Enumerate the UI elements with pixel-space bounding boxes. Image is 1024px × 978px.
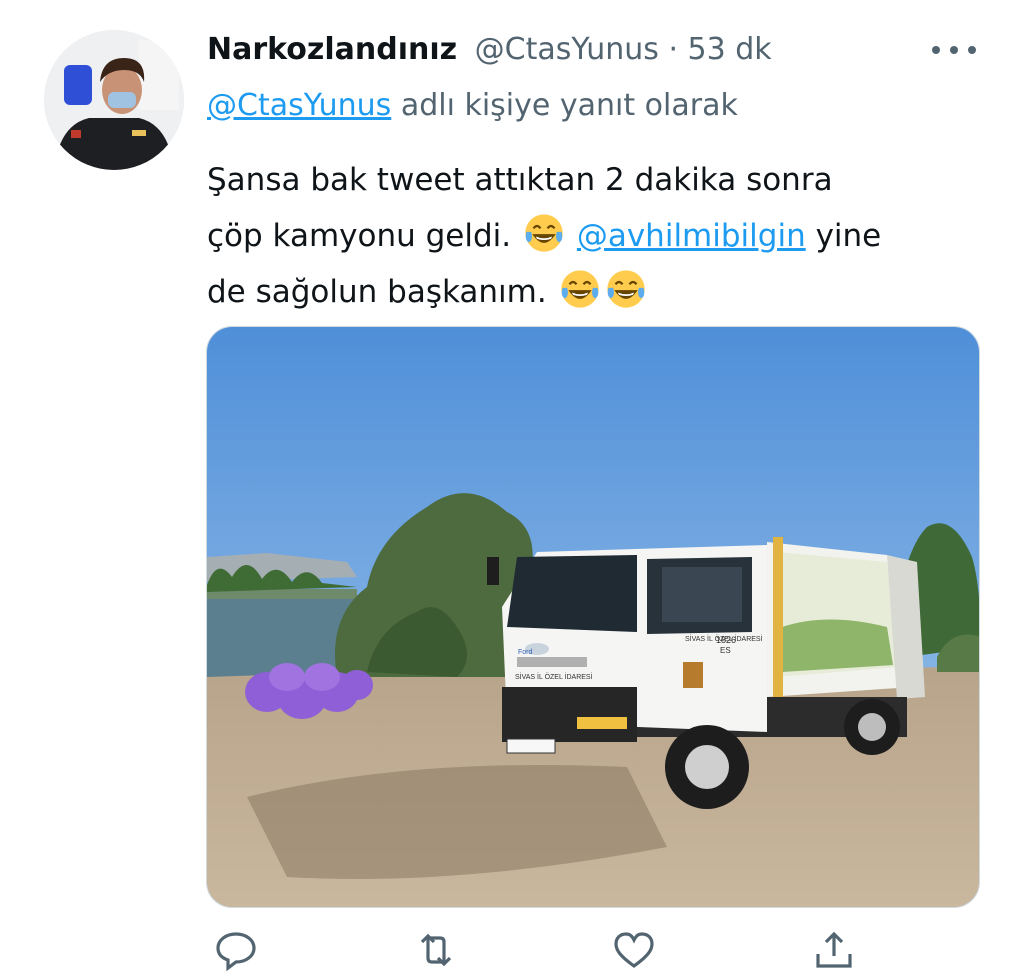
share-button[interactable]: [810, 926, 858, 974]
handle[interactable]: @CtasYunus: [475, 32, 659, 67]
mention-link[interactable]: @avhilmibilgin: [577, 218, 806, 254]
truck-model-sub-text: ES: [720, 646, 731, 655]
tweet-action-bar: [0, 926, 1024, 978]
reply-icon: [216, 932, 256, 972]
retweet-button[interactable]: [412, 926, 460, 974]
truck-brand-text: Ford: [518, 649, 533, 656]
more-dot-icon: [950, 46, 958, 54]
more-dot-icon: [968, 46, 976, 54]
tweet-text-segment: çöp kamyonu geldi.: [207, 218, 512, 254]
like-icon: [614, 932, 654, 968]
tweet-text-segment: yine: [805, 218, 882, 254]
tweet-photo[interactable]: SİVAS İL ÖZEL İDARESİ SİVAS İL ÖZEL İDAR…: [206, 326, 980, 908]
timestamp[interactable]: 53 dk: [688, 32, 772, 67]
truck-model-text: 1826: [716, 635, 736, 645]
like-button[interactable]: [610, 926, 658, 974]
more-options-button[interactable]: [932, 36, 976, 64]
display-name[interactable]: Narkozlandınız: [207, 32, 457, 67]
share-icon: [816, 931, 852, 968]
tweet-text-line: de sağolun başkanım.: [207, 264, 997, 320]
reply-to-link[interactable]: @CtasYunus: [207, 88, 391, 123]
tweet-text-line: Şansa bak tweet attıktan 2 dakika sonra: [207, 152, 997, 208]
avatar[interactable]: [44, 30, 184, 170]
tweet-text-segment: Şansa bak tweet attıktan 2 dakika sonra: [207, 162, 833, 198]
laughing-tears-emoji-icon: [606, 270, 645, 308]
avatar-image: [44, 30, 184, 170]
laughing-tears-emoji-icon: [525, 214, 563, 252]
more-dot-icon: [932, 46, 940, 54]
tweet-text: Şansa bak tweet attıktan 2 dakika sonra …: [207, 152, 997, 320]
truck-grille-text: SİVAS İL ÖZEL İDARESİ: [515, 672, 593, 681]
tweet-text-segment: de sağolun başkanım.: [207, 274, 547, 310]
reply-button[interactable]: [212, 926, 260, 974]
tweet-text-line: çöp kamyonu geldi. @avhilmibilgin yine: [207, 208, 997, 264]
tweet-header: Narkozlandınız @CtasYunus · 53 dk: [207, 30, 772, 70]
garbage-truck-photo: SİVAS İL ÖZEL İDARESİ SİVAS İL ÖZEL İDAR…: [207, 327, 979, 907]
retweet-icon: [420, 933, 452, 967]
reply-context-label: adlı kişiye yanıt olarak: [391, 88, 738, 123]
laughing-tears-emoji-icon: [560, 270, 599, 308]
reply-context: @CtasYunus adlı kişiye yanıt olarak: [207, 86, 738, 126]
meta-separator: ·: [658, 32, 688, 67]
